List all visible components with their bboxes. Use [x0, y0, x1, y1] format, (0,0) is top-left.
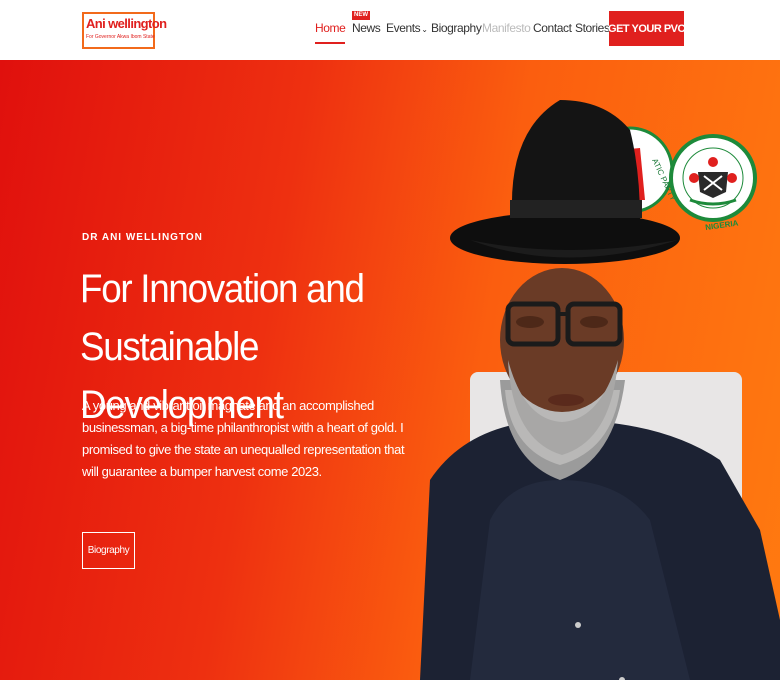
site-logo[interactable]: Ani wellington For Governor Akwa Ibom St…: [82, 12, 167, 49]
nav-news[interactable]: News: [352, 21, 381, 35]
get-pvc-button[interactable]: GET YOUR PVC: [608, 11, 685, 46]
chevron-down-icon: ⌄: [421, 25, 428, 34]
logo-subtitle: For Governor Akwa Ibom State: [86, 34, 155, 40]
biography-button[interactable]: Biography: [82, 532, 135, 569]
nav-contact[interactable]: Contact: [533, 21, 572, 35]
nav-manifesto[interactable]: Manifesto: [482, 21, 531, 35]
nav-stories[interactable]: Stories: [575, 21, 610, 35]
nav-events[interactable]: Events⌄: [386, 21, 428, 35]
hero-banner: ATIC PARTY NIGERIA DR ANI WELLINGTON For…: [0, 60, 780, 680]
nav-biography[interactable]: Biography: [431, 21, 482, 35]
hero-description: A young and vibrant oil magnate and an a…: [82, 398, 405, 479]
hero-eyebrow: DR ANI WELLINGTON: [82, 232, 203, 243]
news-new-badge: NEW: [352, 11, 370, 20]
nav-home[interactable]: Home: [315, 21, 346, 44]
akwa-ibom-seal: NIGERIA: [669, 134, 757, 232]
nav-events-label: Events: [386, 21, 421, 35]
site-header: Ani wellington For Governor Akwa Ibom St…: [0, 0, 780, 60]
logo-title: Ani wellington: [86, 16, 167, 31]
